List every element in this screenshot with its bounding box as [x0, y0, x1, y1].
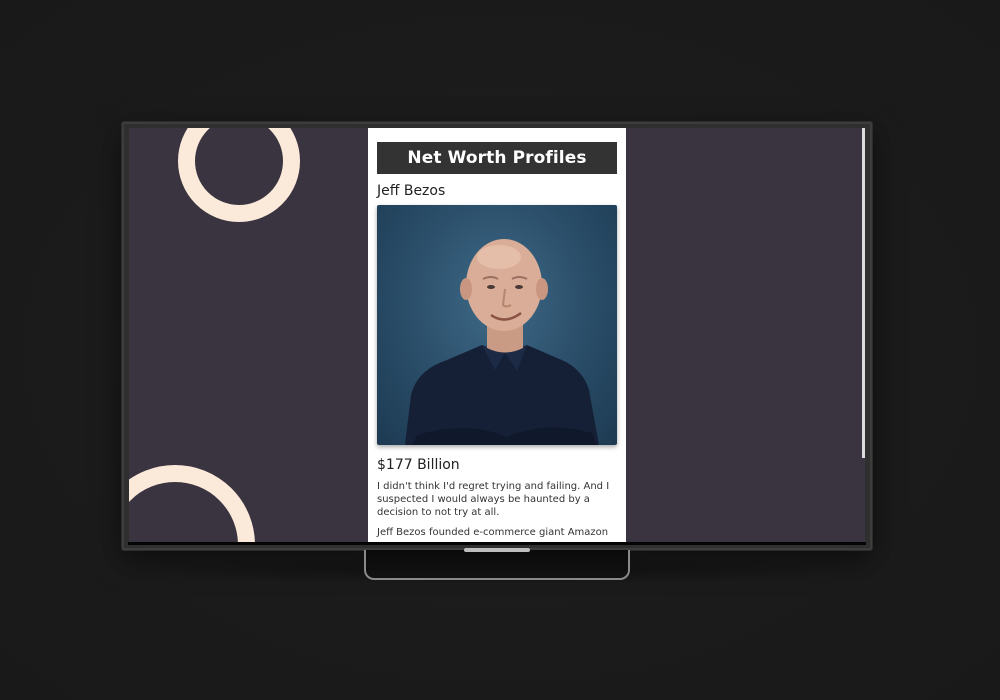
- tv-frame: Net Worth Profiles Jeff Bezos $177 Billi…: [122, 122, 872, 550]
- tv-screen: Net Worth Profiles Jeff Bezos $177 Billi…: [129, 128, 865, 543]
- profile-bio: Jeff Bezos founded e-commerce giant Amaz…: [377, 527, 609, 538]
- profile-name: Jeff Bezos: [377, 183, 446, 199]
- tv-stand-notch: [464, 548, 530, 552]
- decorative-ring-top: [178, 128, 300, 222]
- net-worth-value: $177 Billion: [377, 457, 460, 473]
- decorative-ring-bottom: [129, 465, 255, 543]
- portrait-icon: [405, 239, 599, 445]
- scene: Net Worth Profiles Jeff Bezos $177 Billi…: [0, 0, 1000, 700]
- profile-photo: [377, 205, 617, 445]
- tv-bezel-bottom: [128, 542, 866, 545]
- scrollbar[interactable]: [862, 128, 865, 458]
- tv-stand: [364, 550, 630, 580]
- profile-quote: I didn't think I'd regret trying and fai…: [377, 481, 610, 518]
- page-title: Net Worth Profiles: [377, 142, 617, 174]
- profile-panel: Net Worth Profiles Jeff Bezos $177 Billi…: [368, 128, 626, 543]
